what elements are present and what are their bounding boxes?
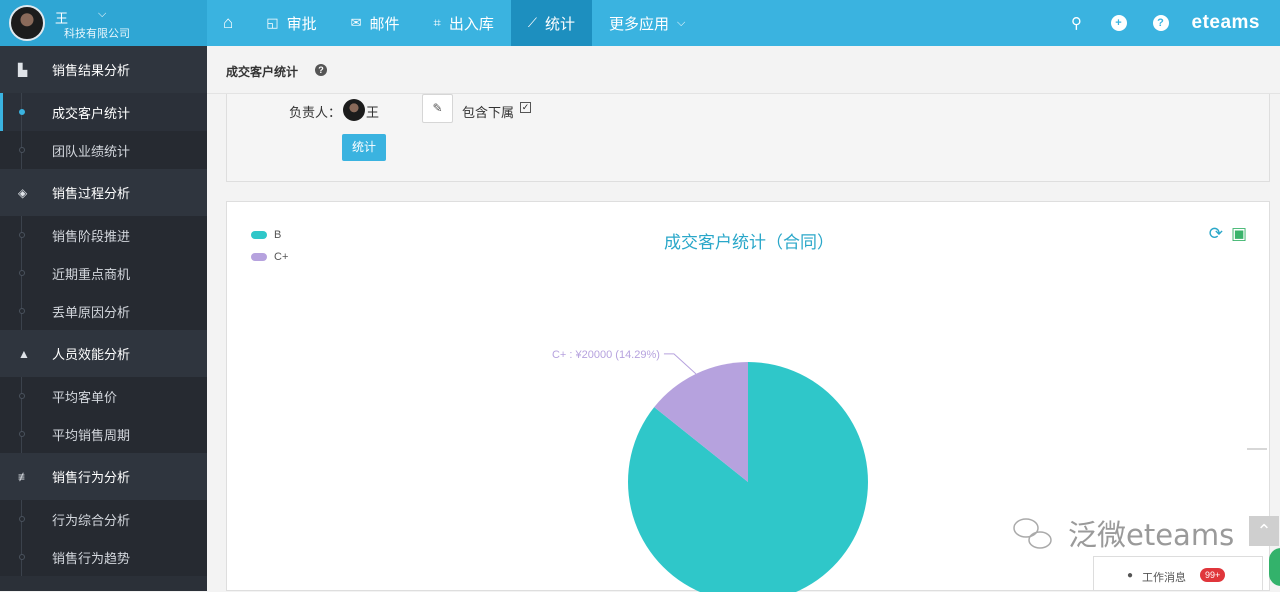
- header-tools: ⚲ + ? eteams: [1056, 0, 1280, 46]
- message-label: 工作消息: [1142, 569, 1186, 585]
- brand-area[interactable]: 王 ⌵ 科技有限公司: [0, 0, 207, 46]
- sidebar-item-behavior-trend[interactable]: 销售行为趋势: [0, 538, 207, 576]
- person-icon: ▲: [18, 347, 32, 361]
- nav-label: 邮件: [370, 13, 400, 34]
- breadcrumb: 成交客户统计 ?: [207, 46, 1280, 94]
- pencil-icon: ✎: [432, 101, 442, 115]
- add-icon[interactable]: +: [1111, 15, 1127, 31]
- message-count-badge: 99+: [1200, 568, 1225, 582]
- help-icon[interactable]: ?: [315, 64, 327, 76]
- sidebar-item-avg-sales-cycle[interactable]: 平均销售周期: [0, 415, 207, 453]
- section-label: 销售过程分析: [52, 183, 130, 202]
- nav-statistics[interactable]: ⟋ 统计: [511, 0, 592, 46]
- sidebar-item-label: 丢单原因分析: [52, 302, 130, 321]
- sidebar-section-efficiency[interactable]: ▲ 人员效能分析: [0, 330, 207, 377]
- owner-avatar: [343, 99, 365, 121]
- chart-icon: ⟋: [528, 15, 537, 31]
- sidebar-item-team-performance[interactable]: 团队业绩统计: [0, 131, 207, 169]
- slice-label-cplus: C+ : ¥20000 (14.29%): [552, 349, 660, 361]
- nav-label: 出入库: [449, 13, 494, 34]
- home-icon: ⌂: [223, 13, 233, 33]
- nav-more-apps[interactable]: 更多应用 ⌵: [592, 0, 702, 46]
- section-label: 人员效能分析: [52, 344, 130, 363]
- chevron-down-icon[interactable]: ⌵: [98, 8, 106, 21]
- inventory-icon: ⌗: [434, 15, 441, 31]
- sidebar-item-stage-progress[interactable]: 销售阶段推进: [0, 216, 207, 254]
- sidebar-item-lost-reasons[interactable]: 丢单原因分析: [0, 292, 207, 330]
- sidebar-item-label: 销售行为趋势: [52, 548, 130, 567]
- stat-button[interactable]: 统计: [342, 134, 386, 161]
- section-label: 销售结果分析: [52, 60, 130, 79]
- filter-panel: 负责人： 王 ✎ 包含下属 ✓ 统计: [226, 94, 1270, 182]
- sidebar-item-label: 近期重点商机: [52, 264, 130, 283]
- chat-icon: ●: [1127, 570, 1133, 581]
- watermark-text: 泛微eteams: [1068, 512, 1234, 554]
- sidebar-section-process[interactable]: ◈ 销售过程分析: [0, 169, 207, 216]
- mail-icon: ✉: [351, 15, 362, 31]
- chevron-down-icon: ⌵: [677, 17, 685, 30]
- nav-mail[interactable]: ✉ 邮件: [334, 0, 417, 46]
- divider: [1247, 448, 1267, 450]
- label-leader-line: [664, 354, 696, 374]
- company-name: 科技有限公司: [64, 25, 130, 41]
- help-icon[interactable]: ?: [1153, 15, 1169, 31]
- sidebar-item-label: 团队业绩统计: [52, 141, 130, 160]
- edit-owner-button[interactable]: ✎: [422, 94, 453, 123]
- sidebar-item-label: 行为综合分析: [52, 510, 130, 529]
- active-indicator: [0, 93, 3, 131]
- sidebar-section-behavior[interactable]: ≢ 销售行为分析: [0, 453, 207, 500]
- nav-approval[interactable]: ◱ 审批: [249, 0, 333, 46]
- wechat-icon: [1012, 516, 1062, 556]
- sidebar: ▙ 销售结果分析 成交客户统计 团队业绩统计 ◈ 销售过程分析 销售阶段推进 近…: [0, 46, 207, 591]
- nav-label: 更多应用: [609, 13, 669, 34]
- top-bar: 王 ⌵ 科技有限公司 ⌂ ◱ 审批 ✉ 邮件 ⌗ 出入库 ⟋ 统计 更多应用 ⌵…: [0, 0, 1280, 46]
- nav-label: 统计: [545, 13, 575, 34]
- behavior-icon: ≢: [18, 470, 32, 484]
- online-service-button[interactable]: [1269, 548, 1280, 586]
- user-avatar[interactable]: [9, 5, 45, 41]
- approval-icon: ◱: [266, 15, 278, 31]
- include-subordinates-label: 包含下属: [462, 102, 514, 121]
- sidebar-item-behavior-overview[interactable]: 行为综合分析: [0, 500, 207, 538]
- eteams-logo: eteams: [1192, 12, 1261, 34]
- nav-inventory[interactable]: ⌗ 出入库: [417, 0, 511, 46]
- sidebar-item-key-opportunities[interactable]: 近期重点商机: [0, 254, 207, 292]
- sidebar-item-label: 平均销售周期: [52, 425, 130, 444]
- sidebar-item-label: 销售阶段推进: [52, 226, 130, 245]
- owner-label: 负责人：: [289, 102, 341, 121]
- process-icon: ◈: [18, 186, 32, 200]
- section-label: 销售行为分析: [52, 467, 130, 486]
- work-message-panel[interactable]: ● 工作消息 99+: [1093, 556, 1263, 591]
- main-nav: ⌂ ◱ 审批 ✉ 邮件 ⌗ 出入库 ⟋ 统计 更多应用 ⌵: [207, 0, 702, 46]
- sidebar-item-deal-customers[interactable]: 成交客户统计: [0, 93, 207, 131]
- sidebar-section-result[interactable]: ▙ 销售结果分析: [0, 46, 207, 93]
- include-subordinates-checkbox[interactable]: ✓: [520, 102, 531, 113]
- scroll-top-button[interactable]: ⌃: [1249, 516, 1279, 546]
- nav-label: 审批: [287, 13, 317, 34]
- nav-home[interactable]: ⌂: [207, 0, 249, 46]
- owner-name: 王: [366, 102, 379, 121]
- sidebar-item-avg-order-value[interactable]: 平均客单价: [0, 377, 207, 415]
- sidebar-item-label: 平均客单价: [52, 387, 117, 406]
- sidebar-item-label: 成交客户统计: [52, 103, 130, 122]
- chevron-up-icon: ⌃: [1256, 521, 1271, 541]
- search-icon[interactable]: ⚲: [1069, 15, 1085, 31]
- page-title: 成交客户统计: [226, 63, 298, 80]
- result-icon: ▙: [18, 63, 32, 77]
